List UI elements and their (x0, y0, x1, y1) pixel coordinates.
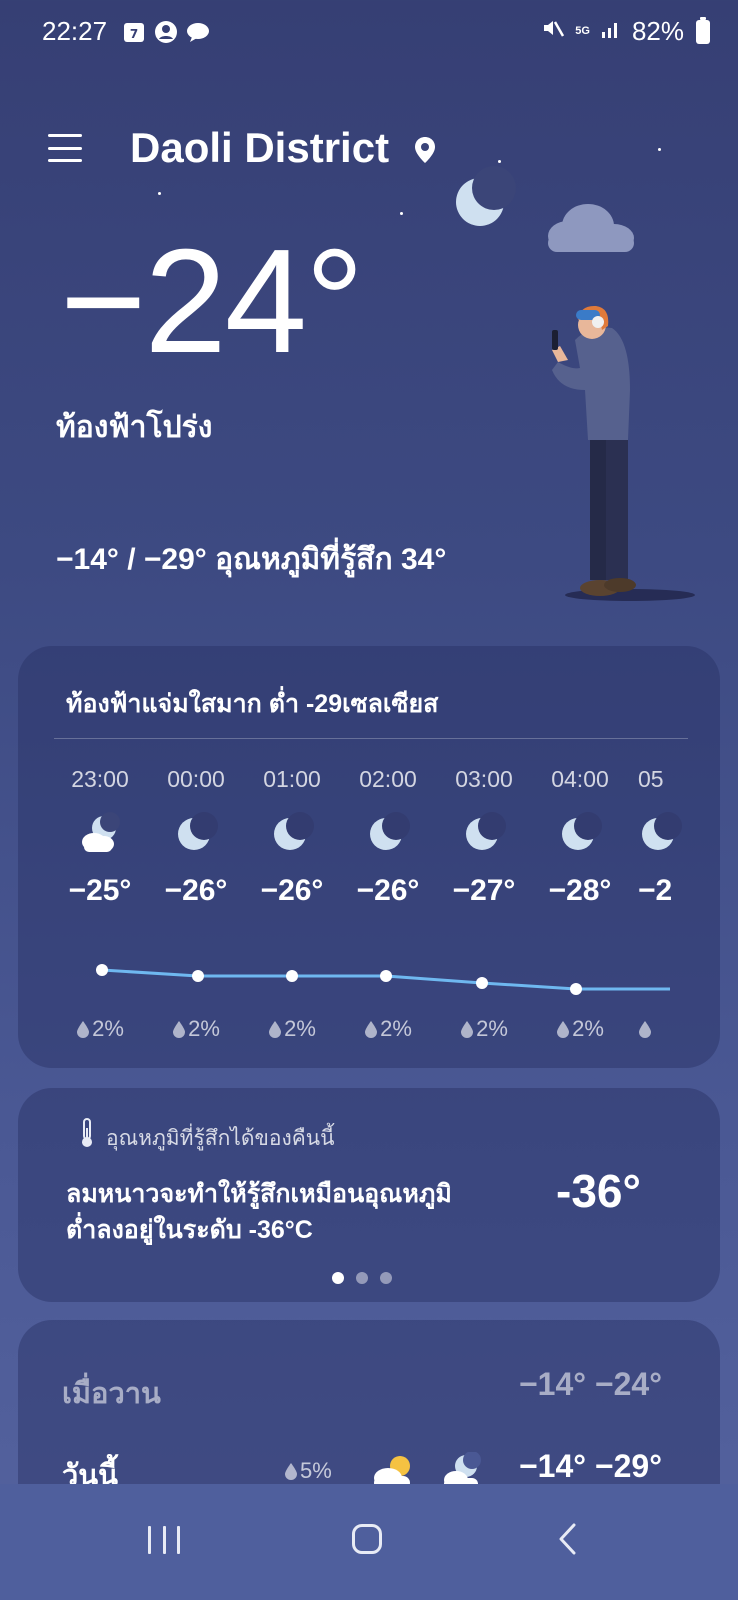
hour-temp: −26° (260, 874, 324, 907)
high-low-feels-like: −14° / −29° อุณหภูมิที่รู้สึก 34° (56, 543, 447, 576)
hour-precip: 2% (242, 1016, 342, 1042)
hour-precip: 2% (146, 1016, 246, 1042)
pager-dot (380, 1272, 392, 1284)
trend-point (192, 970, 204, 982)
weather-illustration (440, 130, 738, 620)
partly-cloudy-night-icon (78, 812, 122, 856)
trend-point (286, 970, 298, 982)
hour-temp: −26° (164, 874, 228, 907)
hour-precip: 2% (50, 1016, 150, 1042)
temperature-trend-line (96, 964, 670, 995)
hour-precip: 2% (434, 1016, 534, 1042)
hour-precip (626, 1016, 720, 1042)
hourly-item[interactable]: 02:00 −26° (338, 766, 438, 908)
hourly-item[interactable]: 05 −2 (626, 766, 720, 908)
hour-temp: −28° (548, 874, 612, 907)
hour-time: 04:00 (551, 766, 609, 792)
status-system-icons: 5G 82% (541, 16, 684, 47)
home-button[interactable] (352, 1524, 382, 1554)
today-precip: 5% (284, 1458, 332, 1484)
pager-dots[interactable] (332, 1272, 392, 1284)
feels-like-temperature: -36° (556, 1165, 641, 1217)
divider (54, 738, 688, 739)
chat-icon (186, 20, 210, 44)
hour-precip: 2% (530, 1016, 630, 1042)
recent-apps-button[interactable] (148, 1526, 180, 1554)
network-icon: 5G (575, 25, 590, 37)
mute-icon (541, 16, 565, 47)
trend-point (380, 970, 392, 982)
raindrop-icon (172, 1018, 186, 1038)
raindrop-icon (76, 1018, 90, 1038)
hourly-item[interactable]: 03:00 −27° (434, 766, 534, 908)
menu-icon[interactable] (48, 134, 82, 162)
hourly-item[interactable]: 23:00 −25° (50, 766, 150, 908)
trend-point (96, 964, 108, 976)
hour-temp: −26° (356, 874, 420, 907)
raindrop-icon (556, 1018, 570, 1038)
hourly-item[interactable]: 04:00 −28° (530, 766, 630, 908)
star (400, 212, 403, 215)
moon-icon (638, 812, 682, 856)
svg-text:7: 7 (130, 27, 138, 41)
current-condition: ท้องฟ้าโปร่ง (56, 411, 213, 444)
hour-time: 05 (638, 766, 664, 792)
back-button[interactable] (556, 1522, 580, 1556)
moon-icon (462, 812, 506, 856)
raindrop-icon (284, 1460, 298, 1480)
account-icon (154, 20, 178, 44)
today-temps: −14° −29° (518, 1448, 662, 1484)
location-title[interactable]: Daoli District (130, 124, 389, 172)
location-pin-icon (414, 136, 436, 164)
moon-icon (456, 166, 516, 226)
raindrop-icon (460, 1018, 474, 1038)
hourly-item[interactable]: 00:00 −26° (146, 766, 246, 908)
hour-precip: 2% (338, 1016, 438, 1042)
battery-icon (696, 17, 710, 44)
status-notification-icons: 7 (122, 20, 210, 44)
hourly-summary: ท้องฟ้าแจ่มใสมาก ต่ำ -29เซลเซียส (66, 690, 439, 718)
trend-point (570, 983, 582, 995)
thermometer-icon (80, 1118, 94, 1148)
hour-temp: −2 (638, 874, 673, 907)
hour-temp: −27° (452, 874, 516, 907)
status-time: 22:27 (42, 16, 108, 46)
hour-time: 23:00 (71, 766, 129, 792)
hour-temp: −25° (68, 874, 132, 907)
hour-time: 03:00 (455, 766, 513, 792)
raindrop-icon (638, 1018, 652, 1038)
feels-like-label: อุณหภูมิที่รู้สึกได้ของคืนนี้ (106, 1127, 335, 1150)
raindrop-icon (364, 1018, 378, 1038)
calendar-icon: 7 (122, 20, 146, 44)
pager-dot (356, 1272, 368, 1284)
yesterday-label: เมื่อวาน (62, 1378, 161, 1410)
hour-time: 01:00 (263, 766, 321, 792)
current-temperature: −24° (60, 219, 364, 384)
pager-dot-active (332, 1272, 344, 1284)
raindrop-icon (268, 1018, 282, 1038)
signal-icon (600, 16, 622, 47)
moon-icon (558, 812, 602, 856)
battery-percent: 82% (631, 16, 684, 46)
star (158, 192, 161, 195)
moon-icon (174, 812, 218, 856)
feels-like-description: ลมหนาวจะทำให้รู้สึกเหมือนอุณหภูมิ ต่ำลงอ… (66, 1180, 452, 1245)
yesterday-temps: −14° −24° (518, 1366, 662, 1402)
hour-time: 02:00 (359, 766, 417, 792)
hourly-item[interactable]: 01:00 −26° (242, 766, 342, 908)
moon-icon (270, 812, 314, 856)
cloud-icon (548, 204, 634, 252)
hour-time: 00:00 (167, 766, 225, 792)
moon-icon (366, 812, 410, 856)
trend-point (476, 977, 488, 989)
